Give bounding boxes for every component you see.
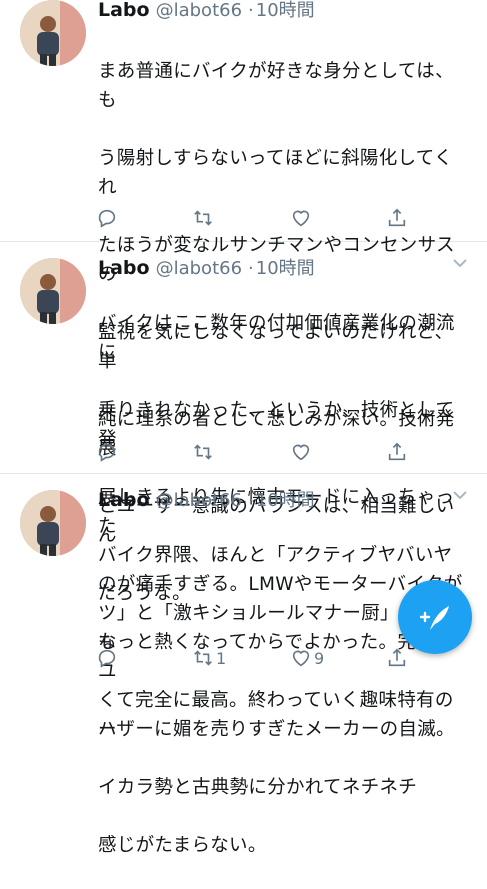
reply-button[interactable]: [96, 647, 120, 669]
share-button[interactable]: [386, 441, 408, 463]
separator-dot: ·: [248, 490, 254, 511]
share-icon: [388, 442, 406, 461]
author-name[interactable]: Labo: [98, 0, 150, 21]
tweet-text-line: バイク界隈、ほんと「アクティブヤバいヤ: [98, 545, 453, 566]
like-button[interactable]: [290, 207, 314, 229]
separator-dot: ·: [248, 0, 254, 21]
avatar[interactable]: [20, 490, 86, 556]
tweet-time[interactable]: 10時間: [256, 0, 315, 22]
tweet-text-line: バイクはここ数年の付加価値産業化の潮流に: [98, 313, 455, 363]
tweet-2[interactable]: Labo @labot66 · 10時間 バイクはここ数年の付加価値産業化の潮流…: [0, 242, 487, 740]
like-button[interactable]: 9: [290, 647, 324, 669]
retweet-icon: [194, 444, 212, 460]
reply-icon: [98, 649, 116, 668]
author-handle[interactable]: @labot66: [156, 490, 242, 511]
share-button[interactable]: [386, 647, 408, 669]
avatar[interactable]: [20, 258, 86, 324]
retweet-button[interactable]: [192, 441, 216, 463]
retweet-button[interactable]: [192, 207, 216, 229]
tweet-actions: [96, 438, 416, 466]
tweet-time[interactable]: 10時間: [256, 486, 315, 512]
tweet-text: バイク界隈、ほんと「アクティブヤバいヤ ツ」と「激キショルールマナー厨」しかいな…: [98, 512, 470, 889]
like-count: 9: [314, 648, 325, 668]
avatar-photo: [20, 0, 86, 66]
author-name[interactable]: Labo: [98, 489, 150, 511]
tweet-header: Labo @labot66 · 10時間: [98, 486, 315, 512]
separator-dot: ·: [248, 258, 254, 279]
compose-tweet-button[interactable]: [398, 580, 472, 654]
share-button[interactable]: [386, 207, 408, 229]
tweet-actions: 1 9: [96, 644, 416, 672]
author-handle[interactable]: @labot66: [156, 258, 242, 279]
author-handle[interactable]: @labot66: [156, 0, 242, 21]
avatar[interactable]: [20, 0, 86, 66]
heart-icon: [292, 210, 310, 227]
tweet-text-line: う陽射しすらないってほどに斜陽化してくれ: [98, 148, 453, 198]
retweet-icon: [194, 650, 212, 666]
reply-icon: [98, 209, 116, 228]
chevron-down-icon[interactable]: [450, 488, 470, 502]
tweet-text-line: イカラ勢と古典勢に分かれてネチネチ: [98, 777, 418, 798]
tweet-3[interactable]: Labo @labot66 · 10時間 バイク界隈、ほんと「アクティブヤバいヤ…: [0, 474, 487, 856]
tweet-text-line: くて完全に最高。終わっていく趣味特有のハ: [98, 690, 454, 740]
share-icon: [388, 648, 406, 667]
heart-icon: [292, 444, 310, 461]
compose-tweet-icon: [419, 606, 449, 630]
tweet-header: Labo @labot66 · 10時間: [98, 254, 315, 280]
like-button[interactable]: [290, 441, 314, 463]
reply-button[interactable]: [96, 207, 120, 229]
tweet-actions: [96, 204, 416, 232]
share-icon: [388, 208, 406, 227]
heart-icon: [292, 650, 310, 667]
reply-icon: [98, 443, 116, 462]
tweet-1[interactable]: Labo @labot66 · 10時間 まあ普通にバイクが好きな身分としては、…: [0, 0, 487, 604]
tweet-header: Labo @labot66 · 10時間: [98, 0, 315, 22]
avatar-photo: [20, 490, 86, 556]
retweet-button[interactable]: 1: [192, 647, 226, 669]
avatar-photo: [20, 258, 86, 324]
author-name[interactable]: Labo: [98, 257, 150, 279]
chevron-down-icon[interactable]: [450, 256, 470, 270]
reply-button[interactable]: [96, 441, 120, 463]
tweet-time[interactable]: 10時間: [256, 254, 315, 280]
retweet-count: 1: [216, 648, 227, 668]
tweet-text-line: 感じがたまらない。: [98, 835, 267, 856]
tweet-text-line: まあ普通にバイクが好きな身分としては、も: [98, 61, 454, 111]
retweet-icon: [194, 210, 212, 226]
